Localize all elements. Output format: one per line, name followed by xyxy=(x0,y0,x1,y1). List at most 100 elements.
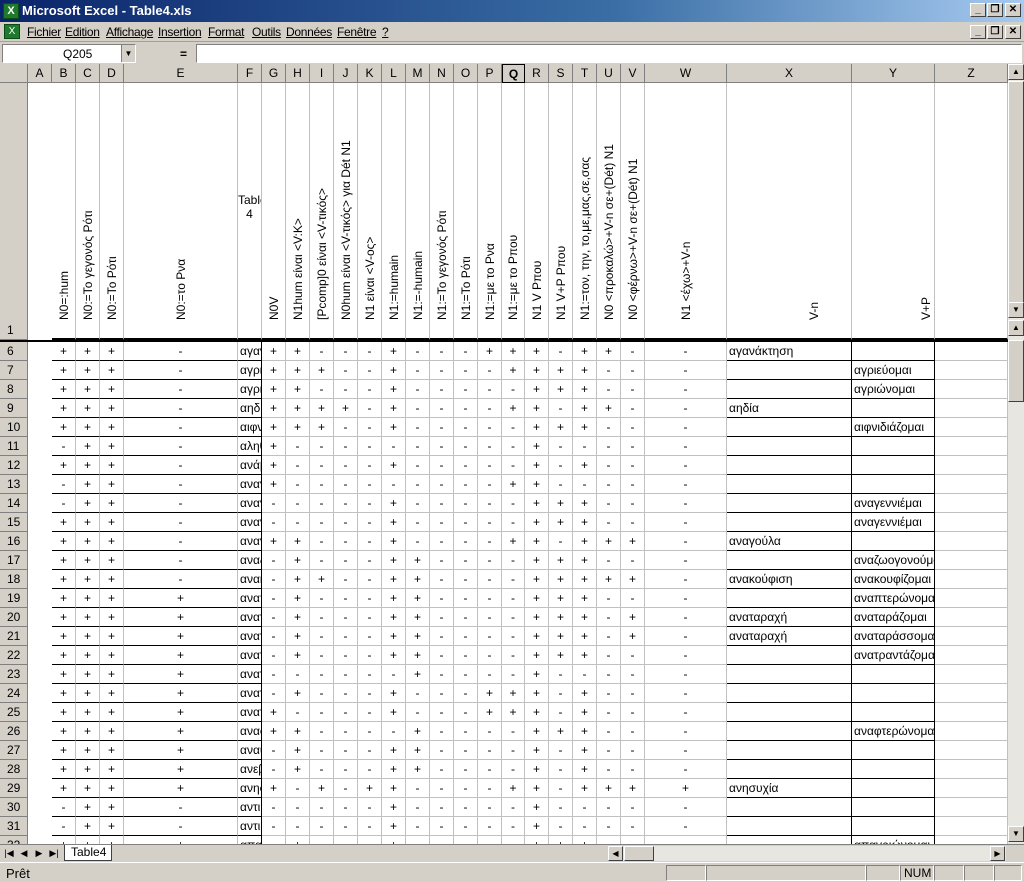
grid-cell[interactable]: + xyxy=(573,836,597,844)
grid-cell[interactable]: - xyxy=(645,399,727,418)
grid-cell[interactable]: + xyxy=(124,627,238,646)
grid-cell[interactable]: + xyxy=(100,627,124,646)
grid-cell[interactable]: - xyxy=(334,760,358,779)
grid-cell[interactable]: - xyxy=(358,399,382,418)
grid-cell[interactable]: + xyxy=(52,532,76,551)
grid-cell[interactable]: - xyxy=(645,513,727,532)
grid-cell[interactable] xyxy=(852,399,935,418)
grid-cell[interactable]: - xyxy=(358,817,382,836)
grid-cell[interactable]: + xyxy=(406,608,430,627)
grid-cell[interactable]: + xyxy=(502,361,525,380)
grid-cell[interactable]: - xyxy=(645,551,727,570)
column-header[interactable]: P xyxy=(478,64,502,83)
grid-cell[interactable]: + xyxy=(52,760,76,779)
grid-cell[interactable]: - xyxy=(478,627,502,646)
grid-cell[interactable]: + xyxy=(124,589,238,608)
header-cell[interactable]: N1hum είναι <V:K> xyxy=(286,83,310,340)
grid-cell[interactable] xyxy=(935,399,1008,418)
grid-cell[interactable]: - xyxy=(262,494,286,513)
row-header[interactable]: 6 xyxy=(0,342,28,361)
grid-cell[interactable]: - xyxy=(406,361,430,380)
grid-cell[interactable]: - xyxy=(406,418,430,437)
grid-cell[interactable] xyxy=(935,494,1008,513)
grid-cell[interactable]: - xyxy=(478,722,502,741)
grid-cell[interactable]: - xyxy=(597,627,621,646)
grid-cell[interactable]: ανησυχία xyxy=(727,779,852,798)
grid-cell[interactable]: + xyxy=(525,494,549,513)
row-header[interactable]: 10 xyxy=(0,418,28,437)
grid-cell[interactable]: - xyxy=(645,722,727,741)
grid-cell[interactable]: - xyxy=(502,836,525,844)
grid-cell[interactable]: + xyxy=(100,380,124,399)
header-cell[interactable]: N0=:hum xyxy=(52,83,76,340)
grid-cell[interactable]: + xyxy=(406,722,430,741)
grid-cell[interactable]: - xyxy=(406,684,430,703)
grid-cell[interactable]: + xyxy=(100,608,124,627)
grid-cell[interactable]: - xyxy=(502,608,525,627)
grid-cell[interactable]: - xyxy=(502,570,525,589)
grid-cell[interactable]: + xyxy=(406,741,430,760)
row-header[interactable]: 1 xyxy=(0,83,28,340)
grid-cell[interactable] xyxy=(727,589,852,608)
grid-cell[interactable]: - xyxy=(621,817,645,836)
grid-cell[interactable]: - xyxy=(645,570,727,589)
grid-cell[interactable]: - xyxy=(454,475,478,494)
grid-cell[interactable]: - xyxy=(478,836,502,844)
grid-cell[interactable] xyxy=(935,646,1008,665)
excel-icon[interactable]: X xyxy=(3,3,19,19)
grid-cell[interactable]: - xyxy=(430,475,454,494)
menu-item[interactable]: Outils xyxy=(252,25,281,39)
grid-cell[interactable]: - xyxy=(621,494,645,513)
grid-cell[interactable]: - xyxy=(358,798,382,817)
grid-cell[interactable]: + xyxy=(549,836,573,844)
grid-cell[interactable] xyxy=(852,342,935,361)
grid-cell[interactable]: - xyxy=(124,437,238,456)
grid-cell[interactable]: + xyxy=(76,589,100,608)
grid-cell[interactable]: + xyxy=(549,722,573,741)
grid-cell[interactable]: - xyxy=(502,437,525,456)
grid-cell[interactable]: - xyxy=(406,532,430,551)
grid-cell[interactable]: + xyxy=(76,665,100,684)
grid-cell[interactable]: - xyxy=(549,779,573,798)
grid-cell[interactable]: αγαναχτώ xyxy=(238,342,262,361)
grid-cell[interactable]: - xyxy=(358,418,382,437)
grid-cell[interactable]: + xyxy=(100,532,124,551)
grid-cell[interactable]: - xyxy=(645,475,727,494)
row-header[interactable]: 17 xyxy=(0,551,28,570)
header-cell[interactable]: N0:=Το Ρότι xyxy=(100,83,124,340)
grid-cell[interactable]: αναζωογονούμαι xyxy=(852,551,935,570)
grid-cell[interactable] xyxy=(935,608,1008,627)
grid-cell[interactable]: + xyxy=(573,627,597,646)
grid-cell[interactable]: - xyxy=(124,551,238,570)
row-header[interactable]: 25 xyxy=(0,703,28,722)
grid-cell[interactable]: ανάβω xyxy=(238,456,262,475)
grid-cell[interactable]: + xyxy=(76,684,100,703)
menu-item[interactable]: Edition xyxy=(65,25,100,39)
grid-cell[interactable]: + xyxy=(262,361,286,380)
grid-cell[interactable]: - xyxy=(645,760,727,779)
grid-cell[interactable]: - xyxy=(621,475,645,494)
grid-cell[interactable]: + xyxy=(549,361,573,380)
grid-cell[interactable]: ανακουφίζω xyxy=(238,570,262,589)
grid-cell[interactable]: + xyxy=(52,627,76,646)
column-header[interactable]: Z xyxy=(935,64,1008,83)
grid-cell[interactable]: - xyxy=(334,798,358,817)
grid-cell[interactable]: - xyxy=(549,684,573,703)
grid-cell[interactable]: - xyxy=(478,361,502,380)
grid-cell[interactable]: - xyxy=(334,722,358,741)
grid-cell[interactable] xyxy=(852,437,935,456)
grid-cell[interactable] xyxy=(852,475,935,494)
grid-cell[interactable]: αγριεύω xyxy=(238,361,262,380)
grid-cell[interactable]: - xyxy=(406,475,430,494)
grid-cell[interactable]: - xyxy=(262,836,286,844)
grid-cell[interactable]: - xyxy=(454,342,478,361)
grid-cell[interactable]: - xyxy=(430,342,454,361)
vertical-scrollbar[interactable]: ▲ ▼ ▲ ▼ xyxy=(1008,64,1024,844)
grid-cell[interactable]: - xyxy=(454,532,478,551)
grid-cell[interactable]: + xyxy=(286,627,310,646)
grid-cell[interactable]: - xyxy=(597,513,621,532)
grid-cell[interactable]: + xyxy=(100,342,124,361)
grid-cell[interactable]: - xyxy=(358,361,382,380)
row-header[interactable]: 8 xyxy=(0,380,28,399)
grid-cell[interactable]: + xyxy=(124,722,238,741)
